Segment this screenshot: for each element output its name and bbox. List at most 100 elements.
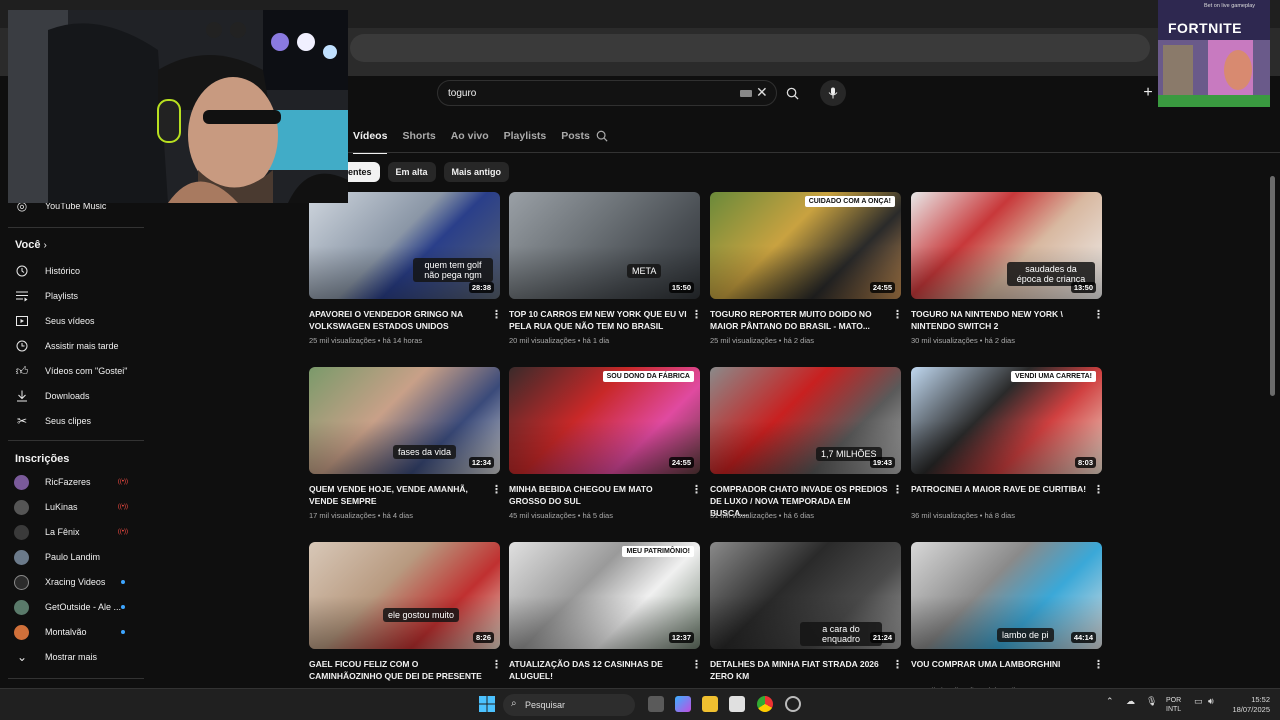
show-more-label: Mostrar mais (45, 652, 98, 662)
browser-address-bar[interactable] (350, 34, 1150, 62)
sidebar-item-history[interactable]: Histórico (0, 259, 145, 283)
search-box[interactable]: ✕ (437, 80, 777, 106)
video-card[interactable]: META 15:50 TOP 10 CARROS EM NEW YORK QUE E… (509, 192, 702, 352)
more-options-icon[interactable]: ⋮ (691, 658, 702, 671)
video-card[interactable]: MEU PATRIMÔNIO! 12:37 ATUALIZAÇÃO DAS 12 C… (509, 542, 702, 702)
video-thumbnail[interactable]: saudades da época de criança 13:50 (911, 192, 1102, 299)
more-options-icon[interactable]: ⋮ (1093, 483, 1104, 496)
video-thumbnail[interactable]: META 15:50 (509, 192, 700, 299)
subscription-item[interactable]: La Fênix ((•)) (0, 520, 145, 544)
more-options-icon[interactable]: ⋮ (892, 483, 903, 496)
new-content-dot (121, 580, 125, 584)
video-title[interactable]: MINHA BEBIDA CHEGOU EM MATO GROSSO DO SU… (509, 483, 687, 507)
sidebar-item-liked-videos[interactable]: 👍︎ Vídeos com "Gostei" (0, 359, 145, 383)
video-card[interactable]: saudades da época de criança 13:50 TOGURO … (911, 192, 1104, 352)
system-clock[interactable]: 15:52 18/07/2025 (1226, 695, 1270, 715)
voice-search-button[interactable] (820, 80, 846, 106)
tab-playlists[interactable]: Playlists (504, 130, 547, 154)
obs-icon[interactable] (785, 696, 801, 712)
video-thumbnail[interactable]: ele gostou muito 8:26 (309, 542, 500, 649)
video-card[interactable]: CUIDADO COM A ONÇA! 24:55 TOGURO REPORTER … (710, 192, 903, 352)
more-options-icon[interactable]: ⋮ (491, 308, 502, 321)
sidebar-header-subscriptions[interactable]: Inscrições (15, 453, 69, 465)
video-card[interactable]: SOU DONO DA FÁBRICA 24:55 MINHA BEBIDA CHE… (509, 367, 702, 527)
more-options-icon[interactable]: ⋮ (491, 483, 502, 496)
video-duration: 21:24 (869, 632, 895, 643)
video-thumbnail[interactable]: quem tem golf não pega ngm 28:38 (309, 192, 500, 299)
sidebar-item-clips[interactable]: ✂ Seus clipes (0, 409, 145, 433)
subscription-item[interactable]: GetOutside - Ale ... (0, 595, 145, 619)
video-card[interactable]: a cara do enquadro 21:24 DETALHES DA MINHA… (710, 542, 903, 702)
file-explorer-icon[interactable] (702, 696, 718, 712)
chrome-icon[interactable] (757, 696, 773, 712)
language-indicator[interactable]: POR INTL (1166, 696, 1181, 714)
search-input[interactable] (448, 87, 728, 99)
copilot-icon[interactable] (675, 696, 691, 712)
video-title[interactable]: DETALHES DA MINHA FIAT STRADA 2026 ZERO … (710, 658, 888, 682)
sidebar-item-your-videos[interactable]: Seus vídeos (0, 309, 145, 333)
video-card[interactable]: lambo de pi 44:14 VOU COMPRAR UMA LAMBORGH… (911, 542, 1104, 702)
chip-oldest[interactable]: Mais antigo (443, 162, 510, 182)
show-more-button[interactable]: ⌄ Mostrar mais (0, 645, 145, 669)
video-title[interactable]: ATUALIZAÇÃO DAS 12 CASINHAS DE ALUGUEL! (509, 658, 687, 682)
video-thumbnail[interactable]: CUIDADO COM A ONÇA! 24:55 (710, 192, 901, 299)
tab-shorts[interactable]: Shorts (402, 130, 435, 154)
keyboard-icon[interactable] (740, 90, 752, 97)
channel-search-icon[interactable] (596, 130, 608, 145)
taskbar-search[interactable]: ⌕ Pesquisar (503, 694, 635, 716)
more-options-icon[interactable]: ⋮ (1093, 308, 1104, 321)
video-thumbnail[interactable]: MEU PATRIMÔNIO! 12:37 (509, 542, 700, 649)
task-view-icon[interactable] (648, 696, 664, 712)
tab-videos[interactable]: Vídeos (353, 130, 388, 154)
video-title[interactable]: VOU COMPRAR UMA LAMBORGHINI (911, 658, 1089, 670)
more-options-icon[interactable]: ⋮ (491, 658, 502, 671)
subscription-item[interactable]: Montalvão (0, 620, 145, 644)
video-title[interactable]: PATROCINEI A MAIOR RAVE DE CURITIBA! (911, 483, 1089, 495)
create-button[interactable]: + (1136, 82, 1160, 104)
video-card[interactable]: 1,7 MILHÕES 19:43 COMPRADOR CHATO INVADE O… (710, 367, 903, 527)
volume-icon[interactable]: 🔊︎ (1208, 696, 1214, 707)
chip-popular[interactable]: Em alta (387, 162, 436, 182)
sidebar-item-watch-later[interactable]: Assistir mais tarde (0, 334, 145, 358)
video-title[interactable]: TOGURO REPORTER MUITO DOIDO NO MAIOR PÂN… (710, 308, 888, 332)
sidebar-item-playlists[interactable]: Playlists (0, 284, 145, 308)
more-options-icon[interactable]: ⋮ (892, 308, 903, 321)
subscription-item[interactable]: RicFazeres ((•)) (0, 470, 145, 494)
sidebar-item-downloads[interactable]: Downloads (0, 384, 145, 408)
tab-live[interactable]: Ao vivo (451, 130, 489, 154)
store-icon[interactable] (729, 696, 745, 712)
video-thumbnail[interactable]: SOU DONO DA FÁBRICA 24:55 (509, 367, 700, 474)
video-duration: 24:55 (668, 457, 694, 468)
video-thumbnail[interactable]: 1,7 MILHÕES 19:43 (710, 367, 901, 474)
video-thumbnail[interactable]: VENDI UMA CARRETA! 8:03 (911, 367, 1102, 474)
more-options-icon[interactable]: ⋮ (892, 658, 903, 671)
network-icon[interactable]: ▭ (1194, 696, 1203, 707)
video-card[interactable]: quem tem golf não pega ngm 28:38 APAVOREI … (309, 192, 502, 352)
sidebar-header-you[interactable]: Você › (15, 239, 47, 251)
video-title[interactable]: GAEL FICOU FELIZ COM O CAMINHÃOZINHO QUE… (309, 658, 487, 682)
video-thumbnail[interactable]: a cara do enquadro 21:24 (710, 542, 901, 649)
video-title[interactable]: TOGURO NA NINTENDO NEW YORK \ NINTENDO S… (911, 308, 1089, 332)
video-title[interactable]: QUEM VENDE HOJE, VENDE AMANHÃ, VENDE SEM… (309, 483, 487, 507)
onedrive-icon[interactable]: ☁ (1126, 696, 1135, 707)
clear-search-icon[interactable]: ✕ (756, 84, 768, 101)
video-thumbnail[interactable]: fases da vida 12:34 (309, 367, 500, 474)
subscription-item[interactable]: Xracing Videos (0, 570, 145, 594)
more-options-icon[interactable]: ⋮ (1093, 658, 1104, 671)
microphone-icon[interactable]: 🎙︎ (1146, 696, 1157, 707)
more-options-icon[interactable]: ⋮ (691, 483, 702, 496)
tab-posts[interactable]: Posts (561, 130, 590, 154)
video-title[interactable]: TOP 10 CARROS EM NEW YORK QUE EU VI PELA… (509, 308, 687, 332)
video-thumbnail[interactable]: lambo de pi 44:14 (911, 542, 1102, 649)
search-button[interactable] (778, 80, 806, 106)
subscription-item[interactable]: Paulo Landim (0, 545, 145, 569)
video-title[interactable]: APAVOREI O VENDEDOR GRINGO NA VOLKSWAGEN… (309, 308, 487, 332)
page-scrollbar[interactable] (1270, 176, 1275, 396)
video-card[interactable]: ele gostou muito 8:26 GAEL FICOU FELIZ COM… (309, 542, 502, 702)
tray-expand-icon[interactable]: ⌃ (1106, 696, 1114, 707)
windows-start-icon[interactable] (479, 696, 495, 712)
more-options-icon[interactable]: ⋮ (691, 308, 702, 321)
video-card[interactable]: fases da vida 12:34 QUEM VENDE HOJE, VENDE… (309, 367, 502, 527)
video-card[interactable]: VENDI UMA CARRETA! 8:03 PATROCINEI A MAIOR… (911, 367, 1104, 527)
subscription-item[interactable]: LuKinas ((•)) (0, 495, 145, 519)
